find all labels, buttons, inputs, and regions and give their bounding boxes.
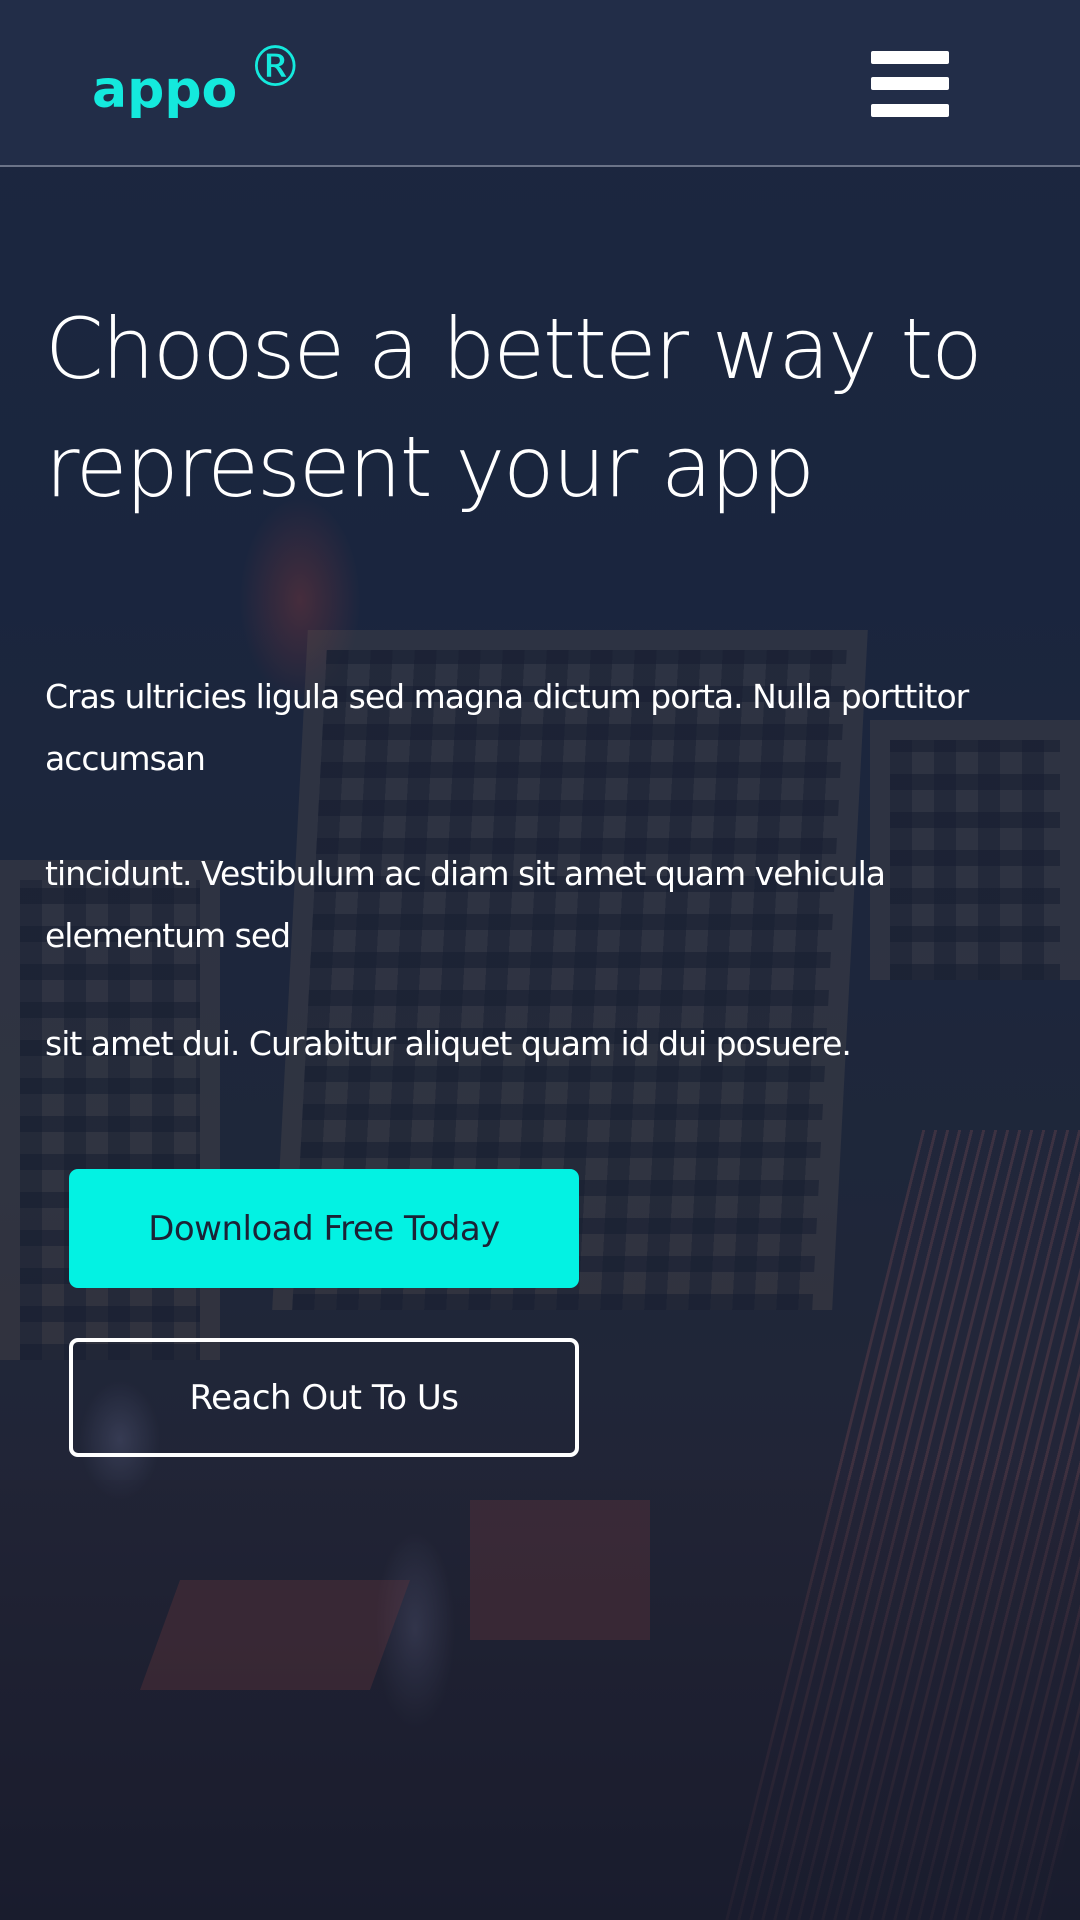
brand-logo-text: appo xyxy=(92,60,238,120)
hero-paragraph-1: Cras ultricies ligula sed magna dictum p… xyxy=(45,677,969,778)
landing-page: appo ® Choose a better way to represent … xyxy=(0,0,1080,1920)
hero-paragraph-2: tincidunt. Vestibulum ac diam sit amet q… xyxy=(45,854,886,955)
menu-bar xyxy=(871,104,949,117)
menu-bar xyxy=(871,77,949,90)
reach-out-button[interactable]: Reach Out To Us xyxy=(69,1338,579,1457)
hamburger-menu-icon[interactable] xyxy=(871,51,949,117)
registered-mark: ® xyxy=(247,35,304,100)
hero-paragraph-3: sit amet dui. Curabitur aliquet quam id … xyxy=(45,1024,852,1063)
menu-bar xyxy=(871,51,949,64)
top-navbar: appo ® xyxy=(0,0,1080,167)
brand-logo[interactable]: appo ® xyxy=(92,35,304,120)
download-free-button[interactable]: Download Free Today xyxy=(69,1169,579,1288)
hero-headline: Choose a better way to represent your ap… xyxy=(45,300,983,516)
